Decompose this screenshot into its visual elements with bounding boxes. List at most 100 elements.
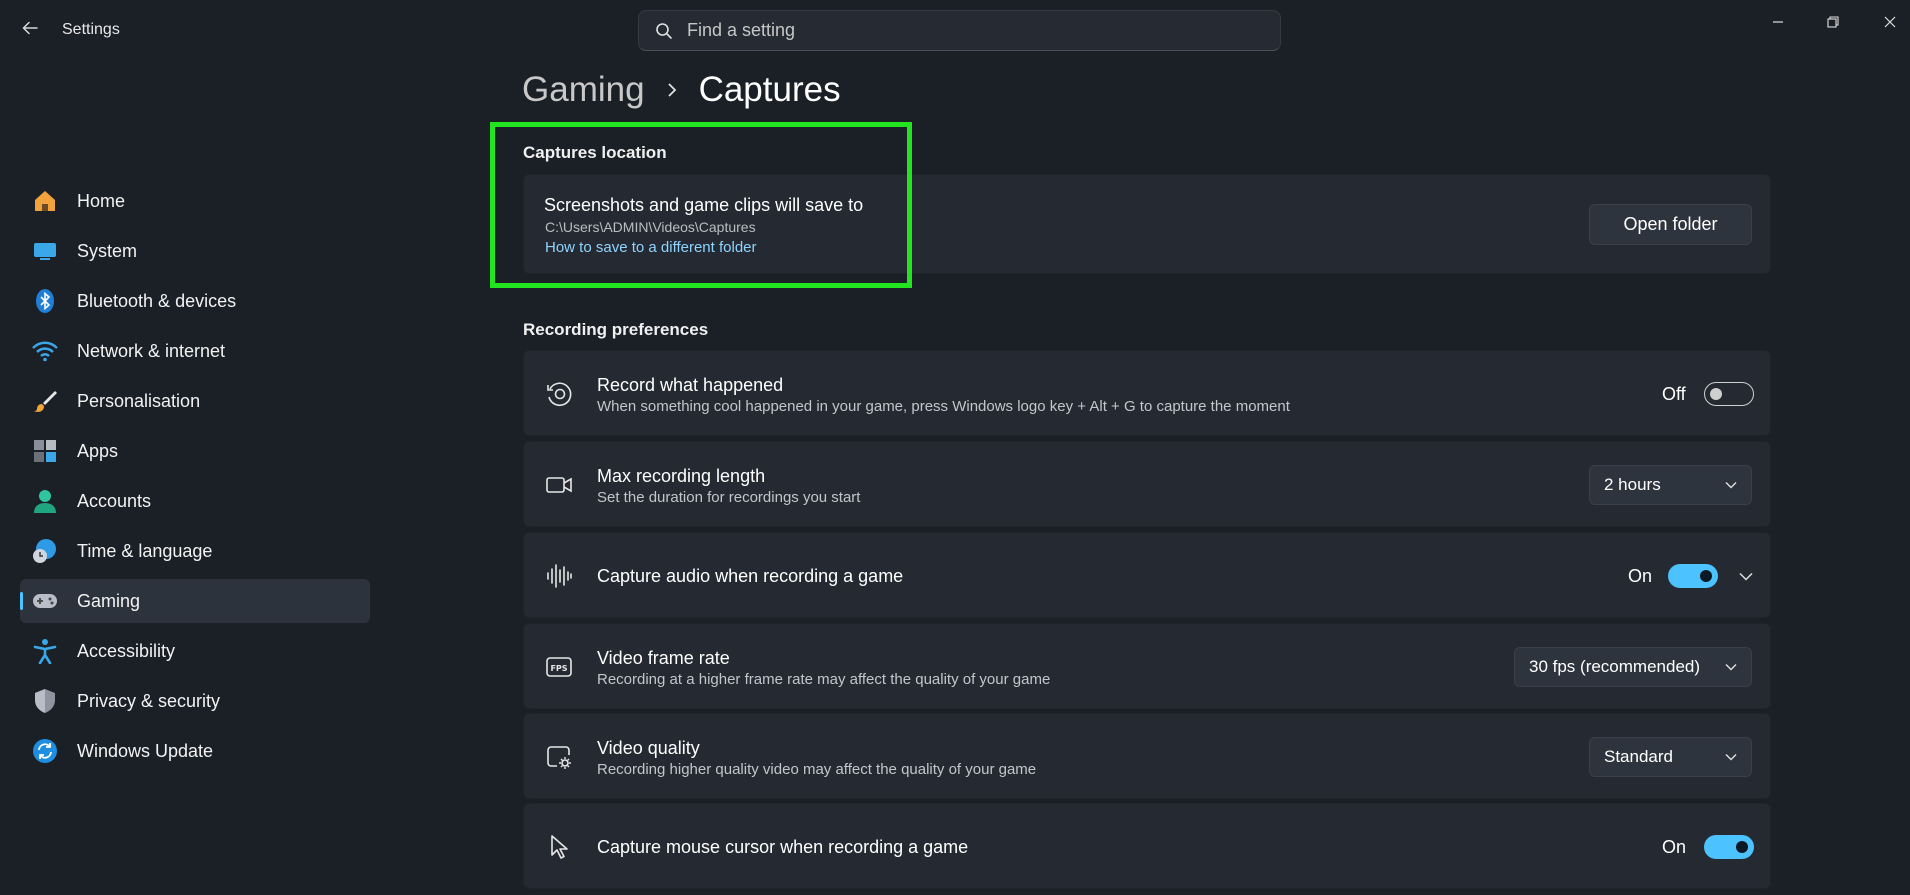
minimize-icon	[1773, 21, 1783, 23]
capture-audio-state: On	[1628, 566, 1653, 586]
max-recording-length-dropdown[interactable]: 2 hours	[1589, 465, 1752, 505]
captures-location-card: Screenshots and game clips will save to …	[523, 174, 1771, 274]
close-icon	[1884, 16, 1896, 28]
settings-window: Settings Home System	[0, 0, 1910, 895]
video-quality-card: Video quality Recording higher quality v…	[523, 713, 1771, 799]
max-recording-length-desc: Set the duration for recordings you star…	[597, 489, 861, 506]
title-bar: Settings	[0, 0, 1910, 60]
sidebar-item-label: Personalisation	[77, 390, 201, 411]
sidebar-item-accounts[interactable]: Accounts	[20, 479, 370, 523]
sidebar-item-label: Windows Update	[77, 740, 214, 761]
video-quality-title: Video quality	[597, 738, 700, 758]
dropdown-value: Standard	[1604, 747, 1673, 766]
capture-audio-toggle[interactable]	[1668, 564, 1718, 588]
record-what-happened-toggle[interactable]	[1704, 382, 1754, 406]
record-what-happened-state: Off	[1662, 384, 1686, 404]
sidebar-item-system[interactable]: System	[20, 229, 370, 273]
apps-icon	[32, 438, 58, 464]
expand-chevron-icon[interactable]	[1734, 564, 1758, 588]
sidebar-item-time-language[interactable]: Time & language	[20, 529, 370, 573]
capture-mouse-cursor-state: On	[1662, 837, 1687, 857]
search-input[interactable]	[687, 20, 1247, 41]
chevron-right-icon	[665, 82, 679, 98]
record-what-happened-card: Record what happened When something cool…	[523, 350, 1771, 436]
capture-audio-card[interactable]: Capture audio when recording a game On	[523, 532, 1771, 618]
breadcrumb-parent-gaming[interactable]: Gaming	[522, 70, 645, 110]
capture-mouse-cursor-toggle[interactable]	[1704, 835, 1754, 859]
video-frame-rate-card: FPS Video frame rate Recording at a high…	[523, 623, 1771, 709]
back-arrow-icon	[22, 21, 38, 35]
bluetooth-icon	[32, 288, 58, 314]
sidebar-item-windows-update[interactable]: Windows Update	[20, 729, 370, 773]
record-what-happened-desc: When something cool happened in your gam…	[597, 398, 1290, 415]
video-quality-desc: Recording higher quality video may affec…	[597, 761, 1037, 778]
breadcrumb: Gaming Captures	[522, 70, 841, 110]
sidebar-item-label: Privacy & security	[77, 690, 221, 711]
wifi-icon	[32, 338, 58, 364]
sidebar-item-label: Network & internet	[77, 340, 226, 361]
home-icon	[32, 188, 58, 214]
sidebar-item-accessibility[interactable]: Accessibility	[20, 629, 370, 673]
system-icon	[32, 238, 58, 264]
captures-folder-path: C:\Users\ADMIN\Videos\Captures	[545, 219, 756, 235]
mouse-pointer-icon	[544, 832, 574, 862]
sidebar-item-bluetooth[interactable]: Bluetooth & devices	[20, 279, 370, 323]
save-location-help-link[interactable]: How to save to a different folder	[545, 239, 757, 256]
video-quality-dropdown[interactable]: Standard	[1589, 737, 1752, 777]
sidebar-item-label: Accounts	[77, 490, 152, 511]
svg-text:FPS: FPS	[550, 664, 567, 673]
back-button[interactable]	[18, 16, 42, 40]
shield-icon	[32, 688, 58, 714]
dropdown-value: 30 fps (recommended)	[1529, 657, 1701, 676]
record-rewind-icon	[544, 379, 574, 409]
chevron-down-icon	[1725, 481, 1737, 489]
search-icon	[656, 22, 672, 39]
restore-button[interactable]	[1813, 8, 1853, 36]
sidebar-nav: Home System Bluetooth & devices Network …	[20, 179, 370, 779]
capture-mouse-cursor-card: Capture mouse cursor when recording a ga…	[523, 803, 1771, 889]
max-recording-length-card: Max recording length Set the duration fo…	[523, 441, 1771, 527]
sidebar-item-home[interactable]: Home	[20, 179, 370, 223]
brush-icon	[32, 388, 58, 414]
close-button[interactable]	[1870, 8, 1910, 36]
sidebar-item-gaming[interactable]: Gaming	[20, 579, 370, 623]
record-what-happened-title: Record what happened	[597, 375, 784, 395]
audio-waveform-icon	[544, 561, 574, 591]
sidebar-item-apps[interactable]: Apps	[20, 429, 370, 473]
gamepad-icon	[32, 588, 58, 614]
capture-audio-title: Capture audio when recording a game	[597, 566, 904, 586]
chevron-down-icon	[1725, 663, 1737, 671]
sidebar-item-label: Bluetooth & devices	[77, 290, 237, 311]
globe-clock-icon	[32, 538, 58, 564]
fps-icon: FPS	[544, 652, 574, 682]
capture-mouse-cursor-title: Capture mouse cursor when recording a ga…	[597, 837, 969, 857]
video-frame-rate-dropdown[interactable]: 30 fps (recommended)	[1514, 647, 1752, 687]
app-title: Settings	[62, 21, 120, 38]
video-frame-rate-desc: Recording at a higher frame rate may aff…	[597, 671, 1051, 688]
search-box[interactable]	[638, 10, 1281, 51]
captures-location-heading: Captures location	[523, 143, 667, 162]
open-folder-button[interactable]: Open folder	[1589, 204, 1752, 245]
video-camera-icon	[544, 470, 574, 500]
accessibility-icon	[32, 638, 58, 664]
recording-preferences-heading: Recording preferences	[523, 320, 709, 339]
sidebar-item-network[interactable]: Network & internet	[20, 329, 370, 373]
person-icon	[32, 488, 58, 514]
sidebar-item-label: System	[77, 240, 138, 261]
sidebar-item-label: Time & language	[77, 540, 213, 561]
max-recording-length-title: Max recording length	[597, 466, 766, 486]
sidebar-item-label: Apps	[77, 440, 119, 461]
video-settings-icon	[544, 742, 574, 772]
page-title: Captures	[698, 70, 841, 109]
sidebar-item-personalisation[interactable]: Personalisation	[20, 379, 370, 423]
sidebar-item-label: Gaming	[77, 590, 141, 611]
captures-location-title: Screenshots and game clips will save to	[544, 195, 864, 215]
update-icon	[32, 738, 58, 764]
sidebar-item-label: Home	[77, 190, 126, 211]
video-frame-rate-title: Video frame rate	[597, 648, 730, 668]
restore-icon	[1827, 16, 1839, 28]
sidebar-item-label: Accessibility	[77, 640, 176, 661]
minimize-button[interactable]	[1758, 8, 1798, 36]
sidebar-item-privacy[interactable]: Privacy & security	[20, 679, 370, 723]
chevron-down-icon	[1725, 753, 1737, 761]
